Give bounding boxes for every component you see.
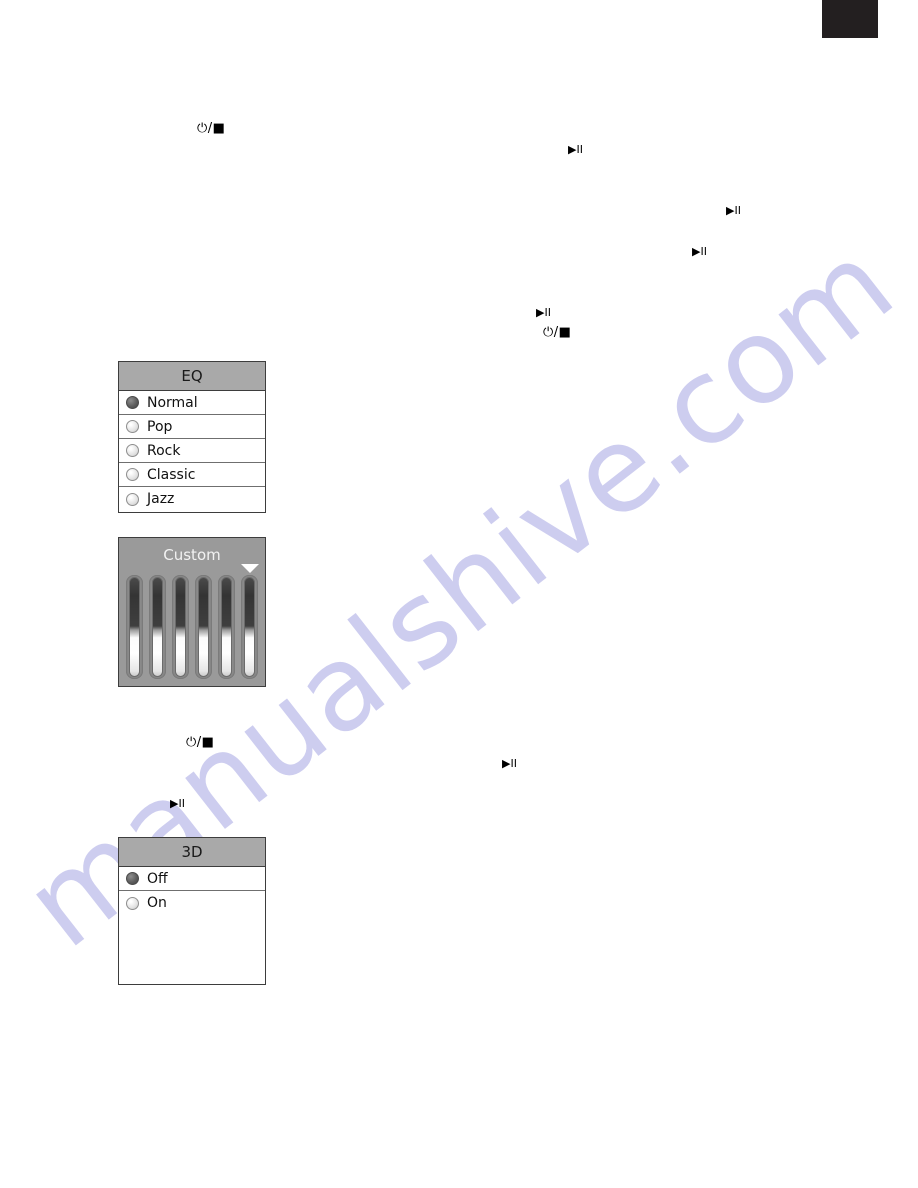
power-stop-glyph: ⏻/■ <box>197 121 226 136</box>
radio-unselected-icon <box>126 444 139 457</box>
eq-band-slider-5[interactable] <box>218 575 235 679</box>
eq-option-normal[interactable]: Normal <box>119 391 265 415</box>
play-pause-glyph: ▶II <box>568 143 583 156</box>
threed-option-label: Off <box>147 870 168 887</box>
eq-option-pop[interactable]: Pop <box>119 415 265 439</box>
play-pause-glyph: ▶II <box>502 757 517 770</box>
eq-band-level-6 <box>244 577 255 677</box>
radio-selected-icon <box>126 396 139 409</box>
threed-option-list: Off On <box>119 867 265 915</box>
eq-band-slider-3[interactable] <box>172 575 189 679</box>
triangle-down-icon <box>240 564 259 573</box>
eq-band-slider-4[interactable] <box>195 575 212 679</box>
play-pause-glyph: ▶II <box>692 245 707 258</box>
eq-option-label: Pop <box>147 418 173 435</box>
eq-band-level-2 <box>152 577 163 677</box>
radio-selected-icon <box>126 872 139 885</box>
threed-panel-title: 3D <box>119 838 265 867</box>
threed-option-off[interactable]: Off <box>119 867 265 891</box>
page-tab-marker <box>822 0 878 38</box>
manual-page: manualshive.com ⏻/■ ▶II ▶II ▶II ▶II ⏻/■ ⏻/■ ▶II… <box>0 0 918 1188</box>
eq-panel-title: EQ <box>119 362 265 391</box>
custom-eq-screen-panel: Custom <box>118 537 266 687</box>
threed-screen-panel: 3D Off On <box>118 837 266 985</box>
eq-band-slider-group[interactable] <box>126 575 258 679</box>
radio-unselected-icon <box>126 492 139 506</box>
eq-band-slider-6[interactable] <box>241 575 258 679</box>
eq-option-label: Normal <box>147 394 198 411</box>
eq-band-level-5 <box>221 577 232 677</box>
eq-screen-panel: EQ Normal Pop Rock Classic Jazz <box>118 361 266 513</box>
eq-band-slider-2[interactable] <box>149 575 166 679</box>
radio-unselected-icon <box>126 420 139 433</box>
threed-option-on[interactable]: On <box>119 891 265 915</box>
eq-option-label: Jazz <box>147 491 175 507</box>
play-pause-glyph: ▶II <box>726 204 741 217</box>
eq-option-jazz[interactable]: Jazz <box>119 487 265 511</box>
eq-band-slider-1[interactable] <box>126 575 143 679</box>
eq-option-label: Classic <box>147 466 196 483</box>
radio-unselected-icon <box>126 896 139 910</box>
eq-band-level-3 <box>175 577 186 677</box>
play-pause-glyph: ▶II <box>170 797 185 810</box>
eq-band-level-1 <box>129 577 140 677</box>
eq-band-level-4 <box>198 577 209 677</box>
eq-option-classic[interactable]: Classic <box>119 463 265 487</box>
play-pause-glyph: ▶II <box>536 306 551 319</box>
threed-empty-area <box>119 915 265 984</box>
power-stop-glyph: ⏻/■ <box>543 325 572 340</box>
eq-option-label: Rock <box>147 442 181 459</box>
radio-unselected-icon <box>126 468 139 481</box>
eq-option-list: Normal Pop Rock Classic Jazz <box>119 391 265 511</box>
eq-option-rock[interactable]: Rock <box>119 439 265 463</box>
power-stop-glyph: ⏻/■ <box>186 735 215 750</box>
threed-option-label: On <box>147 895 167 911</box>
custom-panel-title: Custom <box>163 546 221 564</box>
